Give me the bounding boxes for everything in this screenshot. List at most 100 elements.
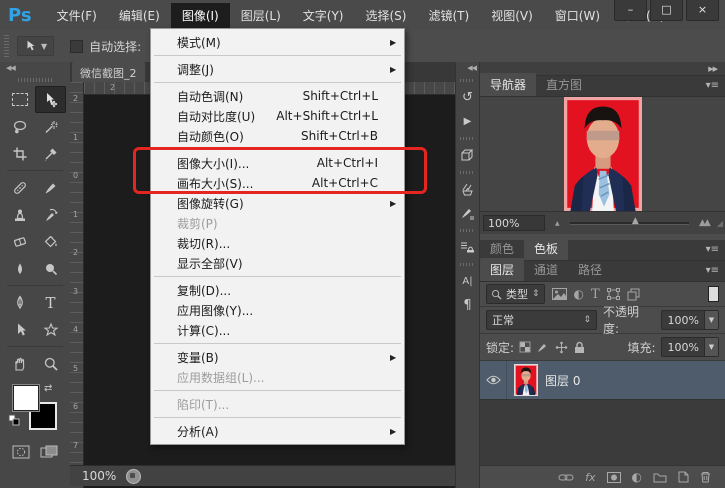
path-selection-tool[interactable] (4, 316, 35, 343)
delete-layer-icon[interactable] (700, 471, 711, 483)
collapse-tools-icon[interactable]: ◀◀ (0, 62, 70, 76)
collapse-dock-icon[interactable]: ◀◀ (456, 62, 479, 75)
menu-item[interactable]: ▶ (154, 417, 401, 418)
pen-tool[interactable] (4, 289, 35, 316)
tab-channels[interactable]: 通道 (524, 258, 568, 281)
tab-layers[interactable]: 图层 (480, 258, 525, 281)
dock-grip[interactable] (460, 137, 475, 140)
tab-navigator[interactable]: 导航器 (480, 73, 537, 96)
foreground-color-swatch[interactable] (13, 385, 39, 411)
menubar-item[interactable]: 文字(Y) (292, 3, 355, 28)
menubar-item[interactable]: 图像(I) (170, 2, 230, 28)
menubar-item[interactable]: 文件(F) (46, 3, 108, 28)
menu-item[interactable]: ▶ (154, 276, 401, 277)
add-adjustment-icon[interactable]: ◐ (632, 470, 642, 484)
navigator-zoom-value[interactable]: 100% (483, 215, 545, 231)
dock-grip[interactable] (460, 263, 475, 266)
dock-grip[interactable] (460, 171, 475, 174)
menu-item[interactable]: 显示全部(V) ▶ (151, 253, 404, 273)
auto-select-checkbox[interactable] (70, 39, 84, 53)
3d-panel-icon[interactable] (456, 143, 479, 167)
minimize-button[interactable]: – (614, 0, 647, 21)
filter-pixel-layers-icon[interactable] (551, 288, 567, 300)
menu-item[interactable]: ▶ (154, 55, 401, 56)
magic-wand-tool[interactable] (35, 113, 66, 140)
add-mask-icon[interactable] (606, 471, 621, 483)
custom-shape-tool[interactable] (35, 316, 66, 343)
clone-stamp-tool[interactable] (4, 201, 35, 228)
menu-item[interactable]: ▶ (154, 390, 401, 391)
filter-adjustment-layers-icon[interactable]: ◐ (574, 287, 584, 301)
blend-mode-dropdown[interactable]: 正常 ⇕ (486, 310, 598, 330)
menu-item[interactable]: 调整(J) ▶ (151, 59, 404, 79)
fill-field[interactable]: 100% ▼ (660, 337, 719, 357)
lock-pixels-icon[interactable] (537, 341, 549, 353)
menubar-item[interactable]: 窗口(W) (544, 3, 611, 28)
type-tool[interactable]: T (35, 289, 66, 316)
options-grip[interactable] (4, 35, 9, 57)
dock-grip[interactable] (460, 229, 475, 232)
menu-item[interactable]: 画布大小(S)... Alt+Ctrl+C ▶ (151, 173, 404, 193)
tools-grip[interactable] (18, 78, 52, 82)
dock-grip[interactable] (460, 79, 475, 82)
clone-source-panel-icon[interactable] (456, 235, 479, 259)
close-button[interactable]: × (686, 0, 719, 21)
lock-position-icon[interactable] (555, 341, 568, 354)
new-layer-icon[interactable] (678, 471, 689, 483)
visibility-toggle[interactable] (480, 361, 507, 399)
menu-item[interactable]: 图像大小(I)... Alt+Ctrl+I ▶ (151, 153, 404, 173)
new-group-icon[interactable] (653, 472, 667, 483)
menubar-item[interactable]: 图层(L) (230, 3, 292, 28)
menubar-item[interactable]: 编辑(E) (108, 3, 171, 28)
panel-menu-icon[interactable]: ▾≡ (706, 265, 719, 276)
menu-item[interactable]: ▶ (154, 343, 401, 344)
menubar-item[interactable]: 滤镜(T) (417, 3, 480, 28)
menu-item[interactable]: 模式(M) ▶ (151, 32, 404, 52)
zoom-out-icon[interactable]: ▲ (555, 220, 560, 227)
opacity-field[interactable]: 100% ▼ (660, 310, 719, 330)
link-layers-icon[interactable] (558, 473, 574, 482)
layer-thumbnail[interactable] (514, 364, 538, 396)
filter-type-layers-icon[interactable]: T (591, 287, 600, 302)
layer-style-icon[interactable]: fx (585, 471, 595, 484)
maximize-button[interactable]: □ (650, 0, 683, 21)
crop-tool[interactable] (4, 140, 35, 167)
paint-bucket-tool[interactable] (35, 228, 66, 255)
quick-mask-icon[interactable] (12, 445, 30, 459)
move-tool[interactable] (35, 86, 66, 113)
zoom-in-icon[interactable]: ▲▲ (699, 218, 711, 228)
menu-item[interactable]: 计算(C)... ▶ (151, 320, 404, 340)
menu-item[interactable]: 复制(D)... ▶ (151, 280, 404, 300)
panel-menu-icon[interactable]: ▾≡ (706, 80, 719, 91)
menu-item[interactable]: 应用图像(Y)... ▶ (151, 300, 404, 320)
layer-row[interactable]: 图层 0 (480, 361, 725, 400)
actions-panel-icon[interactable]: ▶ (456, 109, 479, 133)
resize-grip-icon[interactable]: ◢ (717, 219, 723, 228)
history-panel-icon[interactable]: ↺ (456, 85, 479, 109)
paragraph-panel-icon[interactable]: ¶ (456, 293, 479, 317)
tab-swatches[interactable]: 色板 (524, 237, 569, 260)
zoom-tool[interactable] (35, 350, 66, 377)
navigator-zoom-slider[interactable]: ▲ (566, 212, 693, 234)
filter-type-dropdown[interactable]: 类型 ⇕ (486, 284, 545, 304)
panel-menu-icon[interactable]: ▾≡ (706, 244, 719, 255)
menu-item[interactable]: 自动对比度(U) Alt+Shift+Ctrl+L ▶ (151, 106, 404, 126)
filter-shape-layers-icon[interactable] (606, 288, 620, 300)
slider-thumb[interactable]: ▲ (632, 216, 639, 226)
filter-smart-objects-icon[interactable] (627, 288, 640, 301)
chevron-down-icon[interactable]: ▼ (704, 311, 718, 329)
eraser-tool[interactable] (4, 228, 35, 255)
character-panel-icon[interactable]: A| (456, 269, 479, 293)
blur-tool[interactable] (4, 255, 35, 282)
current-tool-selector[interactable]: ▼ (17, 36, 55, 56)
lasso-tool[interactable] (4, 113, 35, 140)
menu-item[interactable]: 裁切(R)... ▶ (151, 233, 404, 253)
chevron-down-icon[interactable]: ▼ (704, 338, 718, 356)
menu-item[interactable]: 图像旋转(G) ▶ (151, 193, 404, 213)
menu-item[interactable]: 变量(B) ▶ (151, 347, 404, 367)
document-info-icon[interactable] (126, 468, 142, 484)
brush-panel-icon[interactable] (456, 201, 479, 225)
menu-item[interactable]: 自动色调(N) Shift+Ctrl+L ▶ (151, 86, 404, 106)
menu-item[interactable]: ▶ (154, 149, 401, 150)
menubar-item[interactable]: 选择(S) (355, 3, 418, 28)
